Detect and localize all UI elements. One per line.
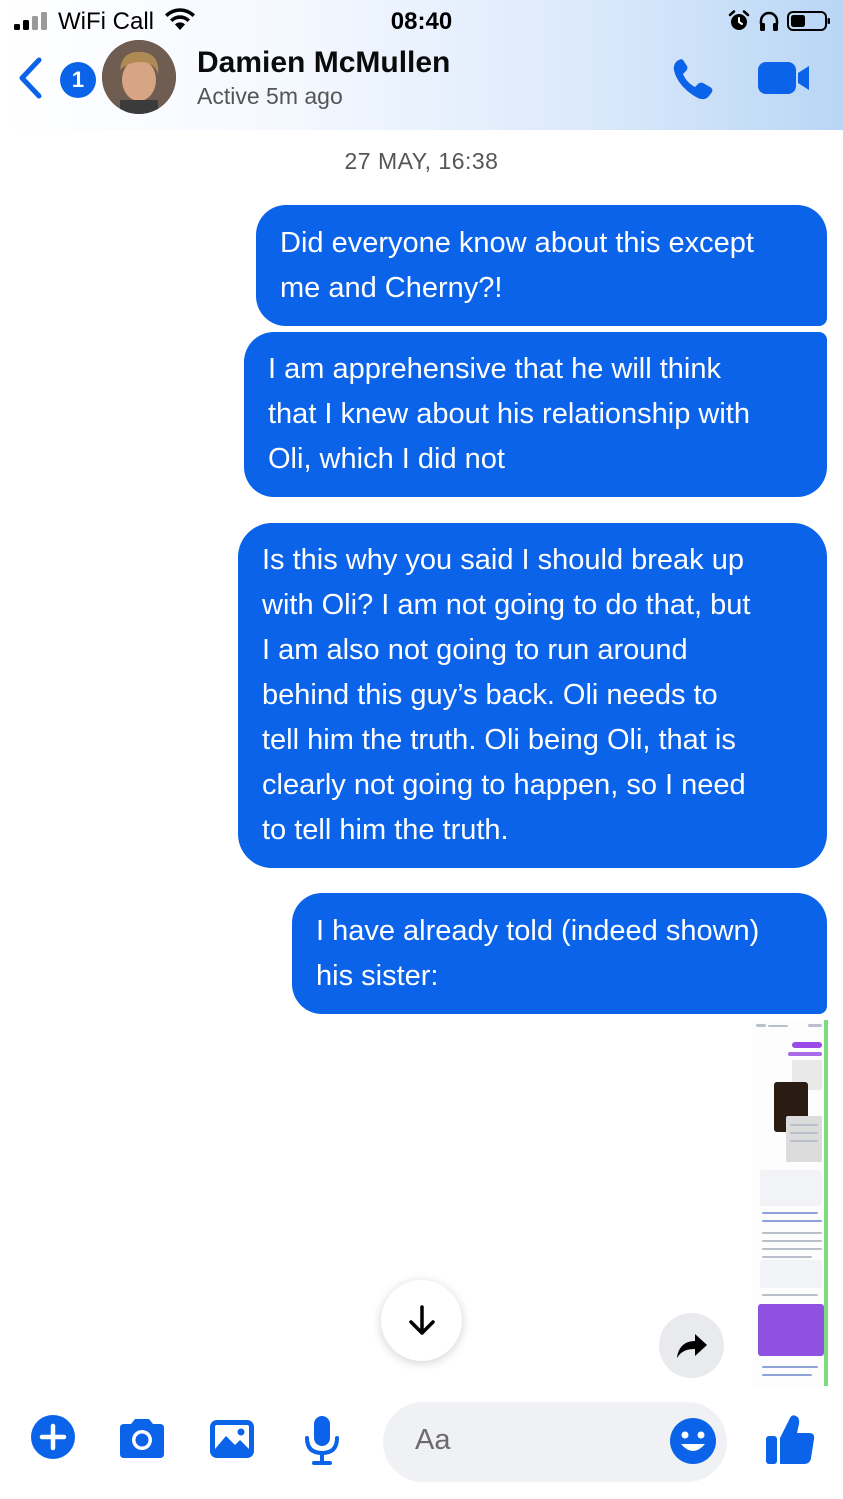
- message-bubble[interactable]: Is this why you said I should break up w…: [238, 523, 827, 868]
- emoji-icon[interactable]: [668, 1416, 718, 1466]
- alarm-icon: [728, 10, 750, 30]
- chat-header: WiFi Call 08:40 1 Damien McMullen Active…: [0, 0, 843, 130]
- photo-gallery-icon[interactable]: [208, 1418, 256, 1460]
- video-camera-icon[interactable]: [756, 58, 812, 98]
- message-text: Is this why you said I should break up w…: [262, 544, 751, 846]
- message-text: I have already told (indeed shown) his s…: [316, 914, 760, 992]
- message-composer: Aa: [0, 1396, 843, 1499]
- message-placeholder: Aa: [415, 1424, 451, 1456]
- message-bubble[interactable]: Did everyone know about this except me a…: [256, 205, 827, 326]
- back-button[interactable]: 1: [16, 54, 96, 100]
- message-bubble[interactable]: I am apprehensive that he will think tha…: [244, 332, 827, 497]
- camera-icon[interactable]: [116, 1416, 168, 1460]
- battery-icon: [787, 11, 830, 31]
- contact-name[interactable]: Damien McMullen: [197, 46, 450, 80]
- contact-status: Active 5m ago: [197, 83, 343, 109]
- microphone-icon[interactable]: [302, 1414, 342, 1466]
- thumbs-up-icon[interactable]: [764, 1412, 816, 1466]
- forward-share-icon: [676, 1333, 707, 1358]
- unread-count-badge: 1: [60, 62, 96, 98]
- phone-icon[interactable]: [670, 56, 718, 102]
- avatar[interactable]: [102, 40, 176, 114]
- forward-button[interactable]: [659, 1313, 724, 1378]
- message-bubble[interactable]: I have already told (indeed shown) his s…: [292, 893, 827, 1014]
- clock: 08:40: [390, 8, 453, 35]
- back-chevron-icon: [19, 57, 42, 99]
- status-indicators: [727, 8, 831, 34]
- scroll-to-bottom-button[interactable]: [381, 1280, 462, 1361]
- message-text: Did everyone know about this except me a…: [280, 226, 754, 304]
- screenshot-image[interactable]: [752, 1020, 828, 1386]
- message-timestamp: 27 MAY, 16:38: [344, 148, 499, 174]
- headphones-icon: [759, 11, 779, 31]
- arrow-down-icon: [408, 1304, 435, 1335]
- avatar-image: [102, 40, 176, 114]
- status-bar: WiFi Call 08:40: [0, 0, 843, 42]
- message-text: I am apprehensive that he will think tha…: [268, 353, 750, 475]
- message-input[interactable]: Aa: [383, 1402, 727, 1482]
- plus-icon[interactable]: [30, 1414, 76, 1460]
